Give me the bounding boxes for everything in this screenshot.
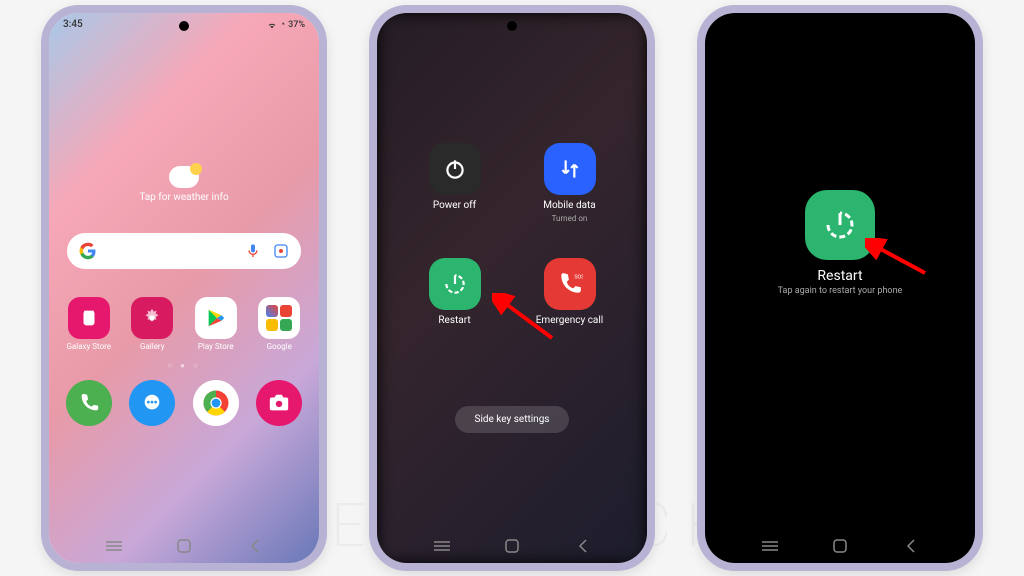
app-galaxy-store[interactable]: Galaxy Store [60, 297, 118, 351]
nav-back[interactable] [573, 537, 591, 555]
mobile-data-button[interactable]: Mobile data Turned on [532, 143, 607, 223]
phone-power-menu: Power off Mobile data Turned on Restart [369, 5, 655, 571]
status-time: 3:45 [63, 19, 83, 30]
camera-cutout [835, 21, 845, 31]
side-key-settings[interactable]: Side key settings [455, 406, 570, 433]
camera-icon [268, 392, 290, 414]
svg-text:SOS: SOS [574, 275, 583, 281]
mobile-data-label: Mobile data [543, 200, 596, 211]
restart-confirm-button[interactable] [805, 190, 875, 260]
app-gallery[interactable]: Gallery [123, 297, 181, 351]
play-store-icon [195, 297, 237, 339]
restart-title: Restart [817, 268, 862, 284]
google-search-bar[interactable] [67, 233, 301, 269]
phone-restart-confirm: Restart Tap again to restart your phone [697, 5, 983, 571]
restart-icon [822, 207, 858, 243]
app-label: Gallery [140, 342, 165, 351]
mobile-data-icon [544, 143, 596, 195]
galaxy-store-icon [68, 297, 110, 339]
app-label: Galaxy Store [66, 342, 111, 351]
google-folder-icon [258, 297, 300, 339]
chrome-icon [201, 388, 231, 418]
gallery-icon [131, 297, 173, 339]
app-label: Play Store [198, 342, 234, 351]
power-off-icon [429, 143, 481, 195]
battery-ring: ◔ [280, 19, 285, 30]
app-play-store[interactable]: Play Store [187, 297, 245, 351]
phone-icon [78, 392, 100, 414]
dock-camera[interactable] [256, 380, 302, 426]
battery-text: 37% [288, 20, 305, 30]
nav-back[interactable] [901, 537, 919, 555]
nav-home[interactable] [503, 537, 521, 555]
nav-recents[interactable] [105, 537, 123, 555]
emergency-icon: SOS [544, 258, 596, 310]
camera-cutout [179, 21, 189, 31]
dock-chrome[interactable] [193, 380, 239, 426]
nav-home[interactable] [175, 537, 193, 555]
power-off-label: Power off [433, 200, 476, 211]
wifi-icon [267, 20, 277, 30]
restart-icon [429, 258, 481, 310]
restart-label: Restart [438, 315, 470, 326]
emergency-label: Emergency call [536, 315, 603, 326]
camera-cutout [507, 21, 517, 31]
lens-icon[interactable] [273, 243, 289, 259]
mobile-data-sub: Turned on [552, 214, 588, 223]
emergency-button[interactable]: SOS Emergency call [532, 258, 607, 326]
weather-icon [169, 166, 199, 188]
power-off-button[interactable]: Power off [417, 143, 492, 223]
nav-home[interactable] [831, 537, 849, 555]
nav-back[interactable] [245, 537, 263, 555]
mic-icon[interactable] [245, 243, 261, 259]
annotation-arrow [865, 238, 935, 278]
page-indicator[interactable]: ○ ● ○ [49, 361, 319, 370]
nav-recents[interactable] [761, 537, 779, 555]
dock-messages[interactable] [129, 380, 175, 426]
restart-button[interactable]: Restart [417, 258, 492, 326]
weather-widget[interactable]: Tap for weather info [49, 166, 319, 203]
status-right: ◔ 37% [267, 19, 305, 30]
message-icon [141, 392, 163, 414]
app-label: Google [267, 342, 292, 351]
app-google-folder[interactable]: Google [250, 297, 308, 351]
phone-home: 3:45 ◔ 37% Tap for weather info [41, 5, 327, 571]
nav-recents[interactable] [433, 537, 451, 555]
weather-label: Tap for weather info [139, 192, 228, 203]
google-logo-icon [79, 242, 97, 260]
dock-phone[interactable] [66, 380, 112, 426]
restart-subtitle: Tap again to restart your phone [778, 286, 903, 296]
